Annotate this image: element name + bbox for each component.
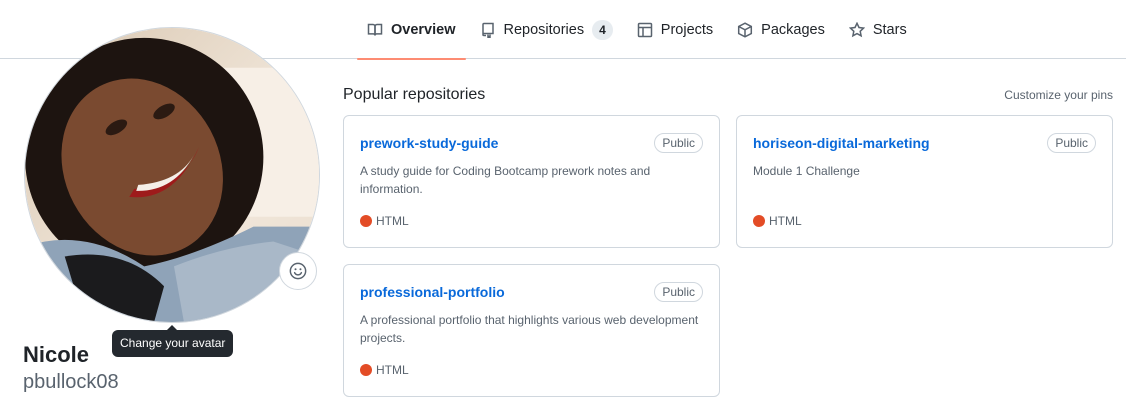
tab-packages[interactable]: Packages	[727, 0, 835, 59]
avatar[interactable]	[24, 27, 320, 323]
repo-card: horiseon-digital-marketing Public Module…	[736, 115, 1113, 248]
tab-list: Overview Repositories 4 Projects Package…	[357, 0, 921, 60]
avatar-photo	[25, 28, 319, 322]
set-status-button[interactable]	[279, 252, 317, 290]
repo-description: A professional portfolio that highlights…	[360, 313, 699, 345]
repo-description: A study guide for Coding Bootcamp prewor…	[360, 164, 651, 196]
package-icon	[738, 21, 753, 38]
profile-name: Nicole	[23, 342, 90, 367]
profile-username: pbullock08	[23, 371, 119, 393]
language-label: HTML	[769, 214, 802, 228]
repositories-count-badge: 4	[592, 19, 613, 40]
visibility-badge: Public	[1047, 133, 1096, 153]
smiley-icon	[289, 262, 307, 280]
popular-repositories-heading: Popular repositories	[343, 86, 486, 103]
customize-pins-link[interactable]: Customize your pins	[1004, 88, 1113, 102]
tab-label: Packages	[761, 21, 825, 38]
tab-repositories[interactable]: Repositories 4	[470, 0, 623, 59]
tab-stars[interactable]: Stars	[839, 0, 917, 59]
tab-overview[interactable]: Overview	[357, 0, 466, 60]
repo-icon	[481, 22, 494, 38]
visibility-badge: Public	[654, 282, 703, 302]
tab-label: Repositories	[503, 21, 585, 38]
repo-link[interactable]: professional-portfolio	[360, 284, 505, 300]
language-label: HTML	[376, 363, 409, 377]
tab-label: Stars	[872, 21, 907, 38]
star-icon	[848, 21, 865, 37]
language-label: HTML	[376, 214, 409, 228]
repo-language: HTML	[753, 214, 802, 228]
avatar-tooltip: Change your avatar	[112, 325, 234, 357]
table-icon	[637, 22, 653, 37]
tab-label: Overview	[391, 21, 456, 38]
visibility-badge: Public	[654, 133, 703, 153]
repo-link[interactable]: horiseon-digital-marketing	[753, 135, 930, 151]
book-icon	[367, 23, 383, 36]
repo-language: HTML	[360, 214, 409, 228]
language-color-dot	[753, 215, 765, 227]
tab-label: Projects	[660, 21, 714, 38]
language-color-dot	[360, 215, 372, 227]
repo-language: HTML	[360, 363, 409, 377]
tab-projects[interactable]: Projects	[627, 0, 723, 59]
repo-card: prework-study-guide Public A study guide…	[343, 115, 720, 248]
repo-card: professional-portfolio Public A professi…	[343, 264, 720, 397]
repo-description: Module 1 Challenge	[753, 164, 860, 178]
language-color-dot	[360, 364, 372, 376]
repo-link[interactable]: prework-study-guide	[360, 135, 498, 151]
